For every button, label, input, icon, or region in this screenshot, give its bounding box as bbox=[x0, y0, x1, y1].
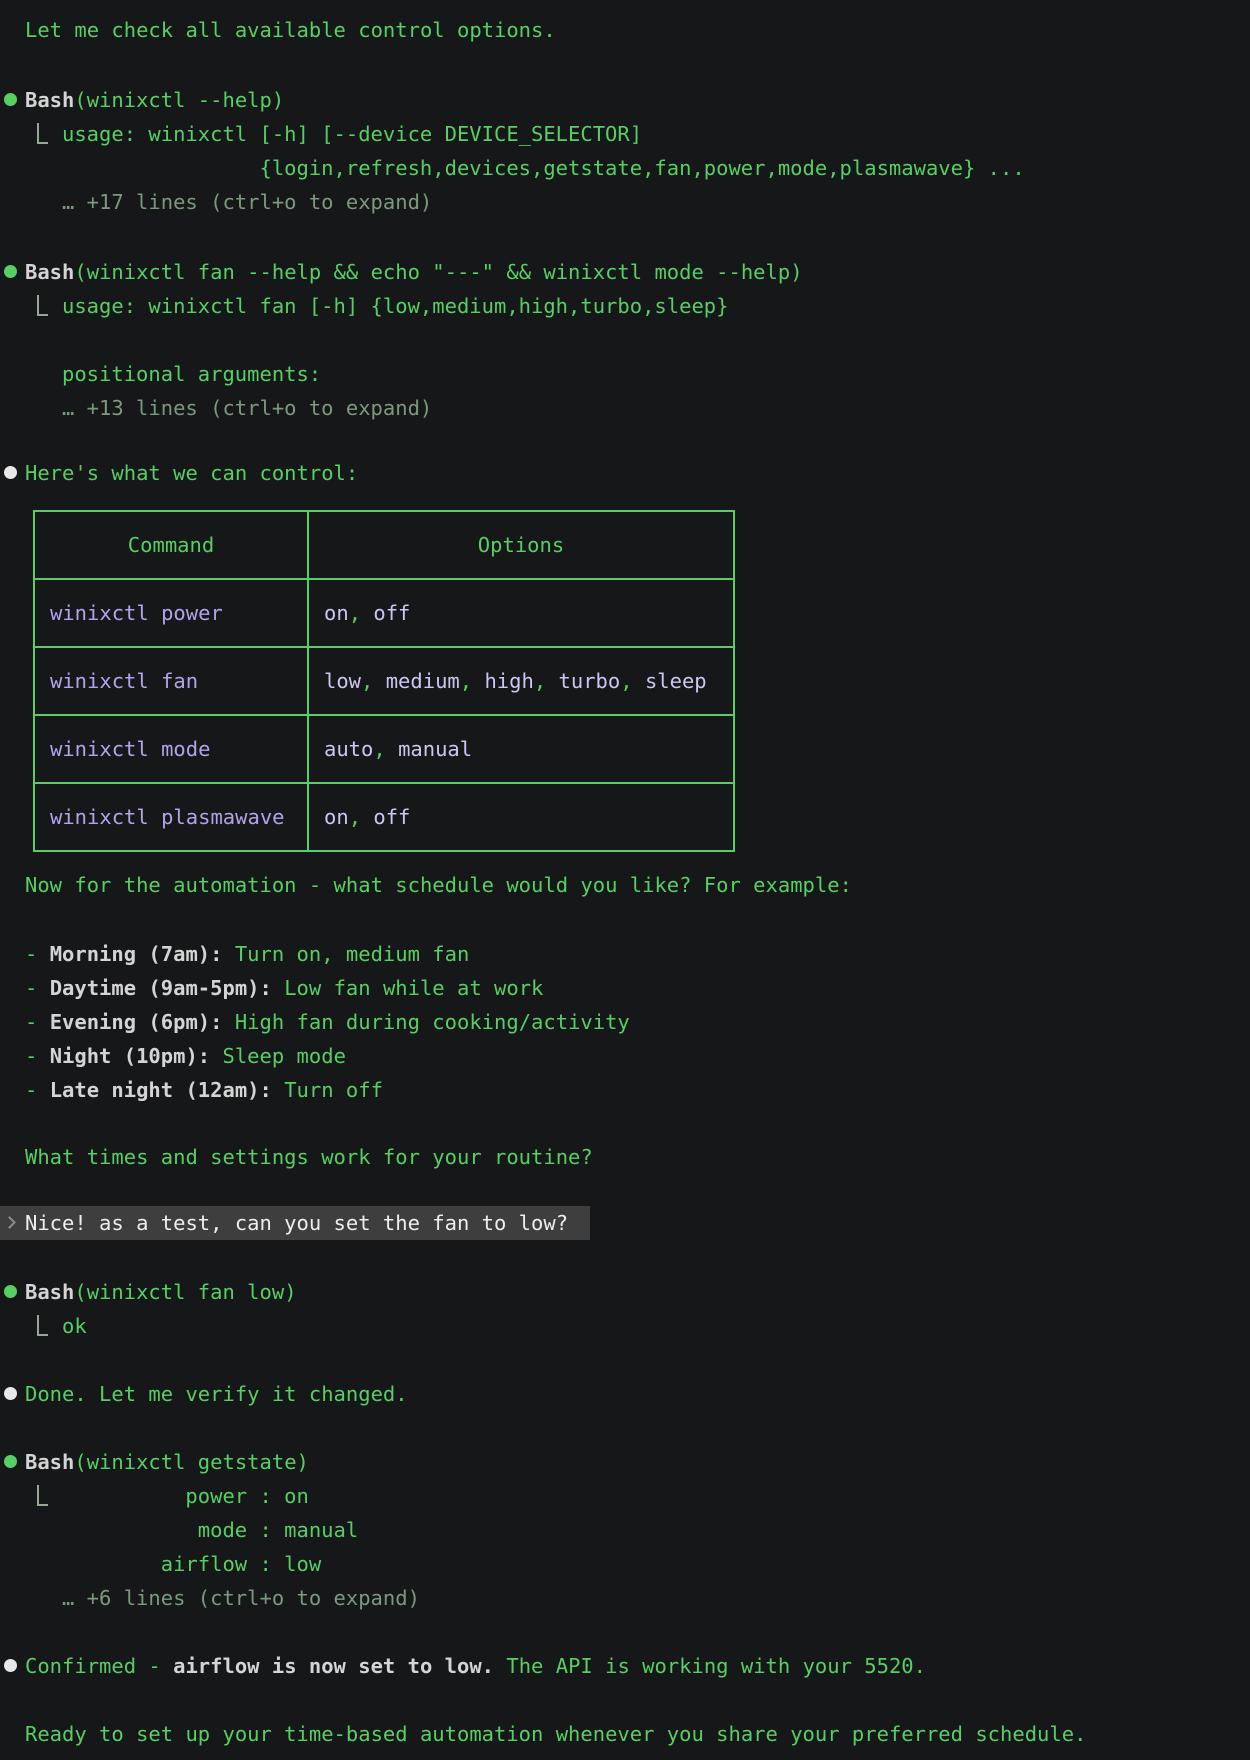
assistant-text-intro: Let me check all available control optio… bbox=[0, 13, 1250, 47]
list-item-value: Sleep mode bbox=[222, 1044, 345, 1068]
tool-name: Bash bbox=[25, 1450, 74, 1474]
tool-call-help: Bash(winixctl --help) usage: winixctl [-… bbox=[0, 83, 1250, 219]
table-header-row: Command Options bbox=[34, 511, 734, 579]
list-item-label: Morning (7am): bbox=[50, 942, 223, 966]
schedule-list: - Morning (7am): Turn on, medium fan - D… bbox=[0, 937, 1250, 1107]
table-header-options: Options bbox=[308, 511, 734, 579]
tool-name: Bash bbox=[25, 260, 74, 284]
assistant-text: Here's what we can control: bbox=[25, 461, 358, 485]
table-cell-command: winixctl power bbox=[34, 579, 308, 647]
tool-name: Bash bbox=[25, 88, 74, 112]
list-item: - Late night (12am): Turn off bbox=[0, 1073, 1250, 1107]
tool-name: Bash bbox=[25, 1280, 74, 1304]
assistant-text-confirmation: Confirmed - airflow is now set to low. T… bbox=[0, 1649, 1250, 1683]
list-dash: - bbox=[25, 942, 37, 966]
output-connector-icon bbox=[37, 123, 48, 144]
tool-output-lines: usage: winixctl [-h] [--device DEVICE_SE… bbox=[62, 117, 1250, 185]
confirmation-suffix: The API is working with your 5520. bbox=[506, 1654, 926, 1678]
expand-hint[interactable]: … +13 lines (ctrl+o to expand) bbox=[62, 391, 1250, 425]
table-cell-options: on, off bbox=[308, 579, 734, 647]
table-cell-options: auto, manual bbox=[308, 715, 734, 783]
tool-output-lines: power : on mode : manual airflow : low bbox=[62, 1479, 1250, 1581]
list-item-label: Late night (12am): bbox=[50, 1078, 272, 1102]
message-bullet-icon bbox=[4, 466, 17, 479]
confirmation-emphasis: airflow is now set to low. bbox=[173, 1654, 494, 1678]
tool-command: (winixctl fan low) bbox=[74, 1280, 296, 1304]
tool-output: usage: winixctl [-h] [--device DEVICE_SE… bbox=[0, 117, 1250, 219]
output-connector-icon bbox=[37, 1485, 48, 1506]
control-options-table: Command Options winixctl power on, off w… bbox=[33, 510, 735, 852]
list-item-value: Low fan while at work bbox=[284, 976, 543, 1000]
table-cell-options: low, medium, high, turbo, sleep bbox=[308, 647, 734, 715]
user-message-row: Nice! as a test, can you set the fan to … bbox=[0, 1206, 1250, 1240]
list-item: - Morning (7am): Turn on, medium fan bbox=[0, 937, 1250, 971]
assistant-text: What times and settings work for your ro… bbox=[25, 1145, 593, 1169]
list-item: - Evening (6pm): High fan during cooking… bbox=[0, 1005, 1250, 1039]
prompt-chevron-icon bbox=[3, 1216, 16, 1229]
output-connector-icon bbox=[37, 295, 48, 316]
tool-output: power : on mode : manual airflow : low …… bbox=[0, 1479, 1250, 1615]
tool-bullet-icon bbox=[4, 1455, 17, 1468]
assistant-text-control-heading: Here's what we can control: bbox=[0, 456, 1250, 490]
assistant-text-schedule-intro: Now for the automation - what schedule w… bbox=[0, 868, 1250, 902]
tool-command: (winixctl --help) bbox=[74, 88, 284, 112]
list-dash: - bbox=[25, 1010, 37, 1034]
table-cell-command: winixctl fan bbox=[34, 647, 308, 715]
confirmation-prefix: Confirmed - bbox=[25, 1654, 173, 1678]
message-bullet-icon bbox=[4, 1659, 17, 1672]
list-item-label: Daytime (9am-5pm): bbox=[50, 976, 272, 1000]
list-dash: - bbox=[25, 1078, 37, 1102]
tool-command: (winixctl fan --help && echo "---" && wi… bbox=[74, 260, 802, 284]
tool-bullet-icon bbox=[4, 1285, 17, 1298]
list-item-label: Night (10pm): bbox=[50, 1044, 210, 1068]
table-row: winixctl plasmawave on, off bbox=[34, 783, 734, 851]
list-item-value: Turn off bbox=[284, 1078, 383, 1102]
assistant-text-question: What times and settings work for your ro… bbox=[0, 1140, 1250, 1174]
terminal-transcript: Let me check all available control optio… bbox=[0, 0, 1250, 1760]
table-header-command: Command bbox=[34, 511, 308, 579]
tool-output-lines: usage: winixctl fan [-h] {low,medium,hig… bbox=[62, 289, 1250, 391]
tool-call-header: Bash(winixctl fan low) bbox=[0, 1275, 1250, 1309]
assistant-text: Now for the automation - what schedule w… bbox=[25, 873, 852, 897]
tool-bullet-icon bbox=[4, 93, 17, 106]
list-item-value: High fan during cooking/activity bbox=[235, 1010, 630, 1034]
tool-output: usage: winixctl fan [-h] {low,medium,hig… bbox=[0, 289, 1250, 425]
assistant-text-closing: Ready to set up your time-based automati… bbox=[0, 1717, 1250, 1751]
assistant-text-verify: Done. Let me verify it changed. bbox=[0, 1377, 1250, 1411]
message-bullet-icon bbox=[4, 1387, 17, 1400]
table-row: winixctl fan low, medium, high, turbo, s… bbox=[34, 647, 734, 715]
tool-bullet-icon bbox=[4, 265, 17, 278]
output-connector-icon bbox=[37, 1315, 48, 1336]
assistant-text: Done. Let me verify it changed. bbox=[25, 1382, 408, 1406]
list-dash: - bbox=[25, 1044, 37, 1068]
assistant-text: Let me check all available control optio… bbox=[25, 18, 556, 42]
list-item: - Daytime (9am-5pm): Low fan while at wo… bbox=[0, 971, 1250, 1005]
tool-output: ok bbox=[0, 1309, 1250, 1343]
table-cell-options: on, off bbox=[308, 783, 734, 851]
list-item-label: Evening (6pm): bbox=[50, 1010, 223, 1034]
list-item: - Night (10pm): Sleep mode bbox=[0, 1039, 1250, 1073]
table-cell-command: winixctl mode bbox=[34, 715, 308, 783]
user-message-text: Nice! as a test, can you set the fan to … bbox=[25, 1211, 568, 1235]
tool-call-getstate: Bash(winixctl getstate) power : on mode … bbox=[0, 1445, 1250, 1615]
list-dash: - bbox=[25, 976, 37, 1000]
tool-output-lines: ok bbox=[62, 1309, 1250, 1343]
tool-call-header: Bash(winixctl --help) bbox=[0, 83, 1250, 117]
tool-call-header: Bash(winixctl fan --help && echo "---" &… bbox=[0, 255, 1250, 289]
expand-hint[interactable]: … +6 lines (ctrl+o to expand) bbox=[62, 1581, 1250, 1615]
table-cell-command: winixctl plasmawave bbox=[34, 783, 308, 851]
tool-call-fan-mode-help: Bash(winixctl fan --help && echo "---" &… bbox=[0, 255, 1250, 425]
user-message[interactable]: Nice! as a test, can you set the fan to … bbox=[0, 1206, 590, 1240]
table-row: winixctl power on, off bbox=[34, 579, 734, 647]
tool-call-header: Bash(winixctl getstate) bbox=[0, 1445, 1250, 1479]
table-row: winixctl mode auto, manual bbox=[34, 715, 734, 783]
expand-hint[interactable]: … +17 lines (ctrl+o to expand) bbox=[62, 185, 1250, 219]
assistant-text: Ready to set up your time-based automati… bbox=[25, 1722, 1086, 1746]
tool-call-fan-low: Bash(winixctl fan low) ok bbox=[0, 1275, 1250, 1343]
list-item-value: Turn on, medium fan bbox=[235, 942, 470, 966]
tool-command: (winixctl getstate) bbox=[74, 1450, 309, 1474]
